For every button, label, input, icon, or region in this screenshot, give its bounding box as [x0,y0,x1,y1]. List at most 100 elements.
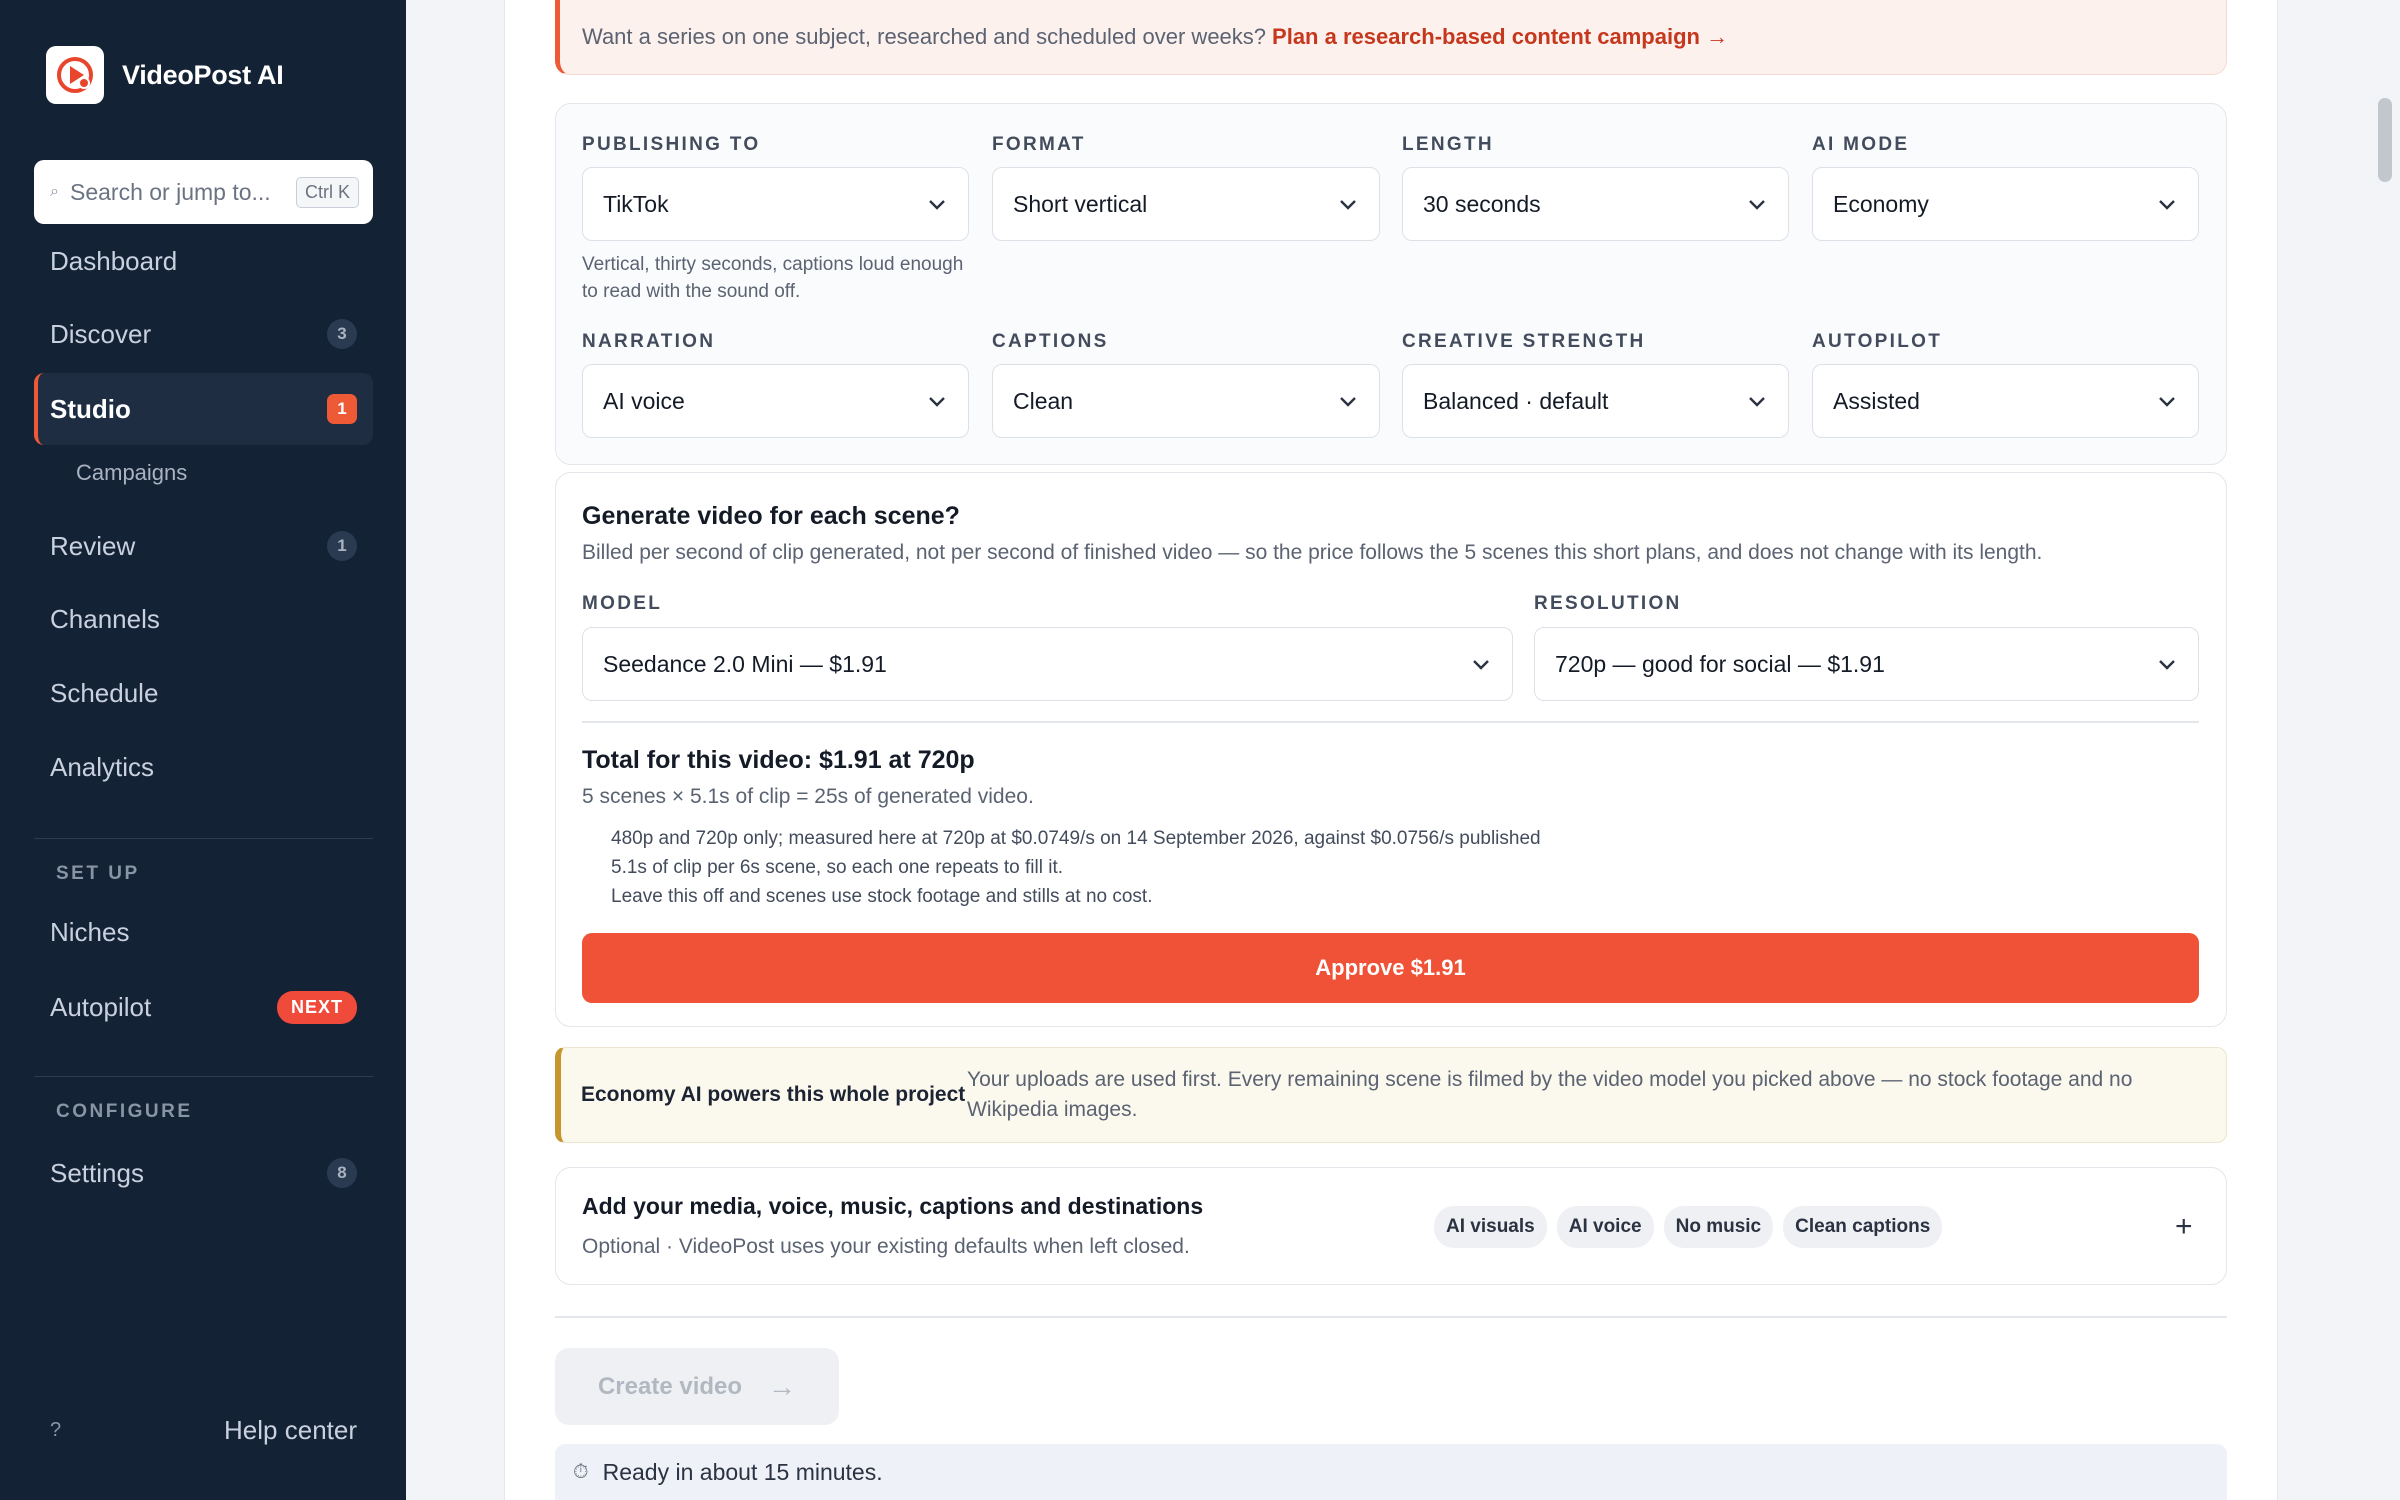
chevron-down-icon [1749,397,1765,407]
app-name: VideoPost AI [122,59,284,90]
note-line: Leave this off and scenes use stock foot… [611,886,1153,907]
economy-info-banner: Economy AI powers this whole project You… [555,1047,2227,1143]
sidebar-item-label: Discover [50,318,152,349]
sidebar-item-channels[interactable]: Channels [34,583,373,655]
select-value: 720p — good for social — $1.91 [1555,650,1885,677]
eta-banner: ⏱ Ready in about 15 minutes. [555,1444,2227,1500]
chevron-down-icon [929,397,945,407]
create-video-button[interactable]: Create video → [555,1348,839,1425]
sidebar-item-label: Studio [50,393,131,424]
total-price: Total for this video: $1.91 at 720p [582,746,975,774]
sidebar-subitem-campaigns[interactable]: Campaigns [76,460,187,486]
length-select[interactable]: 30 seconds [1402,167,1789,241]
sidebar-item-label: Dashboard [50,245,178,276]
sidebar-item-discover[interactable]: Discover 3 [34,298,373,370]
ai-mode-label: AI MODE [1812,134,1910,155]
select-value: TikTok [603,190,669,217]
campaign-link[interactable]: Plan a research-based content campaign → [1272,24,1728,50]
chevron-down-icon [2159,660,2175,670]
creative-strength-select[interactable]: Balanced · default [1402,364,1789,438]
pricing-notes: 480p and 720p only; measured here at 720… [611,824,1541,911]
arrow-right-icon: → [768,1370,797,1402]
chevron-down-icon [929,200,945,210]
clock-icon: ⏱ [573,1460,589,1483]
section-label-setup: SET UP [56,863,140,884]
count-badge: 3 [327,319,357,349]
divider [34,838,373,839]
divider [34,1076,373,1077]
sidebar-item-studio[interactable]: Studio 1 [34,373,373,445]
select-value: Short vertical [1013,190,1148,217]
sidebar-item-label: Analytics [50,751,155,782]
create-label: Create video [597,1372,743,1400]
autopilot-select[interactable]: Assisted [1812,364,2199,438]
brand[interactable]: VideoPost AI [46,46,284,104]
captions-select[interactable]: Clean [992,364,1380,438]
sidebar-item-niches[interactable]: Niches [34,896,373,968]
sidebar-item-label: Channels [50,603,160,634]
media-title: Add your media, voice, music, captions a… [582,1193,1204,1219]
select-value: AI voice [603,387,685,414]
sidebar-item-schedule[interactable]: Schedule [34,657,373,729]
divider [582,721,2199,723]
sidebar-item-settings[interactable]: Settings 8 [34,1137,373,1209]
sidebar-item-label: Settings [50,1157,144,1188]
media-subtitle: Optional · VideoPost uses your existing … [582,1235,1190,1258]
search-input[interactable]: ⌕ Search or jump to... Ctrl K [34,160,373,224]
sidebar-item-autopilot[interactable]: Autopilot NEXT [34,971,373,1043]
select-value: Assisted [1833,387,1920,414]
help-center-link[interactable]: ? Help center [34,1400,373,1460]
autopilot-label: AUTOPILOT [1812,331,1943,352]
narration-label: NARRATION [582,331,716,352]
select-value: Economy [1833,190,1929,217]
next-badge: NEXT [276,990,357,1024]
captions-label: CAPTIONS [992,331,1109,352]
chevron-down-icon [1340,200,1356,210]
sidebar: VideoPost AI ⌕ Search or jump to... Ctrl… [0,0,406,1500]
resolution-label: RESOLUTION [1534,593,1682,614]
media-defaults-chips: AI visuals AI voice No music Clean capti… [1434,1206,1943,1248]
search-placeholder: Search or jump to... [70,178,271,205]
generate-title: Generate video for each scene? [582,502,960,530]
select-value: Seedance 2.0 Mini — $1.91 [603,650,887,677]
publishing-select[interactable]: TikTok [582,167,969,241]
campaign-tip: Want a series on one subject, researched… [555,0,2227,75]
resolution-select[interactable]: 720p — good for social — $1.91 [1534,627,2199,701]
select-value: Clean [1013,387,1074,414]
chip: AI voice [1556,1206,1654,1248]
play-logo-icon [46,46,104,104]
select-value: 30 seconds [1423,190,1541,217]
expand-icon[interactable]: + [2175,1210,2193,1244]
sidebar-item-label: Schedule [50,677,159,708]
section-label-configure: CONFIGURE [56,1101,193,1122]
model-select[interactable]: Seedance 2.0 Mini — $1.91 [582,627,1513,701]
help-icon: ? [50,1418,62,1441]
chevron-down-icon [2159,397,2175,407]
scrollbar-thumb[interactable] [2378,98,2392,182]
length-label: LENGTH [1402,134,1494,155]
chevron-down-icon [1473,660,1489,670]
narration-select[interactable]: AI voice [582,364,969,438]
divider [555,1316,2227,1318]
sidebar-item-label: Niches [50,916,130,947]
note-line: 5.1s of clip per 6s scene, so each one r… [611,857,1064,878]
sidebar-item-dashboard[interactable]: Dashboard [34,225,373,297]
sidebar-item-review[interactable]: Review 1 [34,510,373,582]
creative-strength-label: CREATIVE STRENGTH [1402,331,1646,352]
format-select[interactable]: Short vertical [992,167,1380,241]
chevron-down-icon [2159,200,2175,210]
model-label: MODEL [582,593,663,614]
shortcut-hint: Ctrl K [296,176,359,208]
approve-button[interactable]: Approve $1.91 [582,933,2199,1003]
eta-text: Ready in about 15 minutes. [602,1458,883,1485]
ai-mode-select[interactable]: Economy [1812,167,2199,241]
sidebar-item-analytics[interactable]: Analytics [34,731,373,803]
publishing-hint: Vertical, thirty seconds, captions loud … [582,254,964,302]
search-icon: ⌕ [50,183,59,200]
chip: Clean captions [1783,1206,1943,1248]
help-label: Help center [224,1414,357,1445]
note-line: 480p and 720p only; measured here at 720… [611,828,1541,849]
chevron-down-icon [1749,200,1765,210]
media-options-accordion[interactable] [555,1167,2227,1285]
select-value: Balanced · default [1423,387,1609,414]
